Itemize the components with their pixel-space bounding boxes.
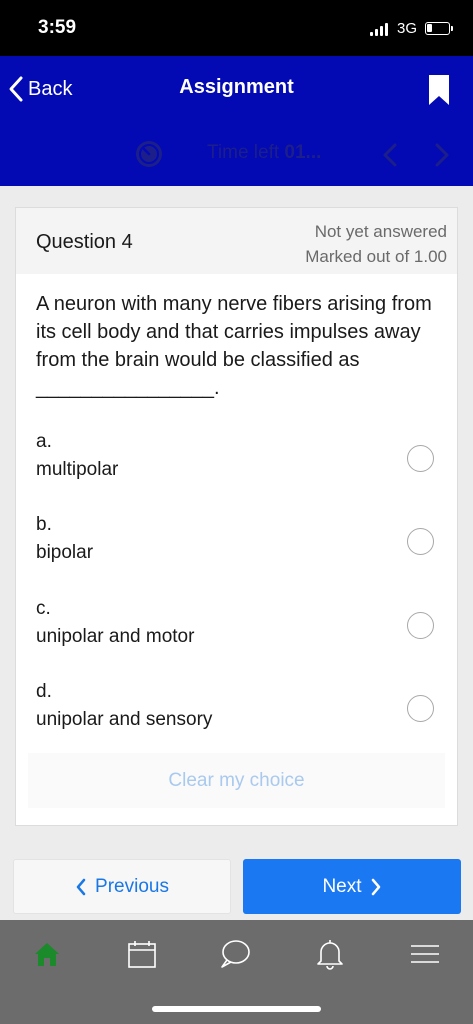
- previous-question-arrow[interactable]: [381, 142, 399, 173]
- bell-icon: [317, 940, 343, 970]
- option-letter: a.: [36, 431, 52, 452]
- network-type: 3G: [397, 20, 418, 37]
- previous-label: Previous: [95, 875, 169, 897]
- next-question-arrow[interactable]: [433, 142, 451, 173]
- status-bar: 3:59 3G: [0, 0, 473, 56]
- timer-icon: [135, 140, 163, 173]
- battery-icon: [425, 22, 453, 35]
- timer-row: Time left 01...: [0, 136, 473, 172]
- marks-info: Marked out of 1.00: [305, 247, 447, 266]
- next-label: Next: [322, 875, 362, 897]
- question-text: A neuron with many nerve fibers arising …: [36, 293, 432, 399]
- page-title: Assignment: [179, 76, 294, 98]
- chevron-left-icon: [76, 878, 86, 895]
- radio-button[interactable]: [407, 612, 434, 639]
- time-left-text: Time left 01...: [207, 142, 321, 164]
- option-d[interactable]: d. unipolar and sensory: [16, 681, 457, 749]
- question-card: Question 4 Not yet answered Marked out o…: [15, 207, 458, 826]
- battery-level: [427, 24, 432, 32]
- tab-menu[interactable]: [405, 934, 445, 974]
- time-left-value: 01...: [284, 142, 322, 163]
- option-letter: d.: [36, 681, 52, 702]
- bookmark-icon[interactable]: [428, 74, 450, 111]
- chat-icon: [221, 940, 250, 968]
- signal-strength-icon: [370, 22, 388, 36]
- app-header: Back Assignment Time left 01...: [0, 56, 473, 186]
- option-a[interactable]: a. multipolar: [16, 431, 457, 499]
- option-letter: c.: [36, 598, 51, 619]
- chevron-left-icon: [383, 143, 397, 167]
- tab-calendar[interactable]: [122, 934, 162, 974]
- option-b[interactable]: b. bipolar: [16, 514, 457, 582]
- question-header: Question 4 Not yet answered Marked out o…: [16, 208, 457, 274]
- clear-choice-button[interactable]: Clear my choice: [28, 753, 445, 808]
- home-indicator: [152, 1006, 321, 1012]
- radio-button[interactable]: [407, 695, 434, 722]
- chevron-right-icon: [435, 143, 449, 167]
- question-status: Not yet answered Marked out of 1.00: [305, 219, 447, 269]
- answer-status: Not yet answered: [314, 222, 447, 241]
- option-text: unipolar and motor: [36, 626, 195, 647]
- time-left-label: Time left: [207, 142, 285, 163]
- previous-button[interactable]: Previous: [13, 859, 231, 914]
- option-c[interactable]: c. unipolar and motor: [16, 598, 457, 666]
- option-letter: b.: [36, 514, 52, 535]
- option-text: multipolar: [36, 459, 119, 480]
- option-text: unipolar and sensory: [36, 709, 213, 730]
- status-time: 3:59: [38, 17, 77, 38]
- tab-messages[interactable]: [215, 934, 255, 974]
- option-text: bipolar: [36, 542, 94, 563]
- tab-notifications[interactable]: [310, 934, 350, 974]
- chevron-right-icon: [371, 878, 380, 895]
- next-button[interactable]: Next: [243, 859, 461, 914]
- tab-home[interactable]: [27, 934, 67, 974]
- menu-icon: [411, 945, 439, 963]
- calendar-icon: [128, 941, 156, 968]
- radio-button[interactable]: [407, 445, 434, 472]
- question-title: Question 4: [36, 231, 133, 253]
- radio-button[interactable]: [407, 528, 434, 555]
- home-icon: [35, 943, 59, 966]
